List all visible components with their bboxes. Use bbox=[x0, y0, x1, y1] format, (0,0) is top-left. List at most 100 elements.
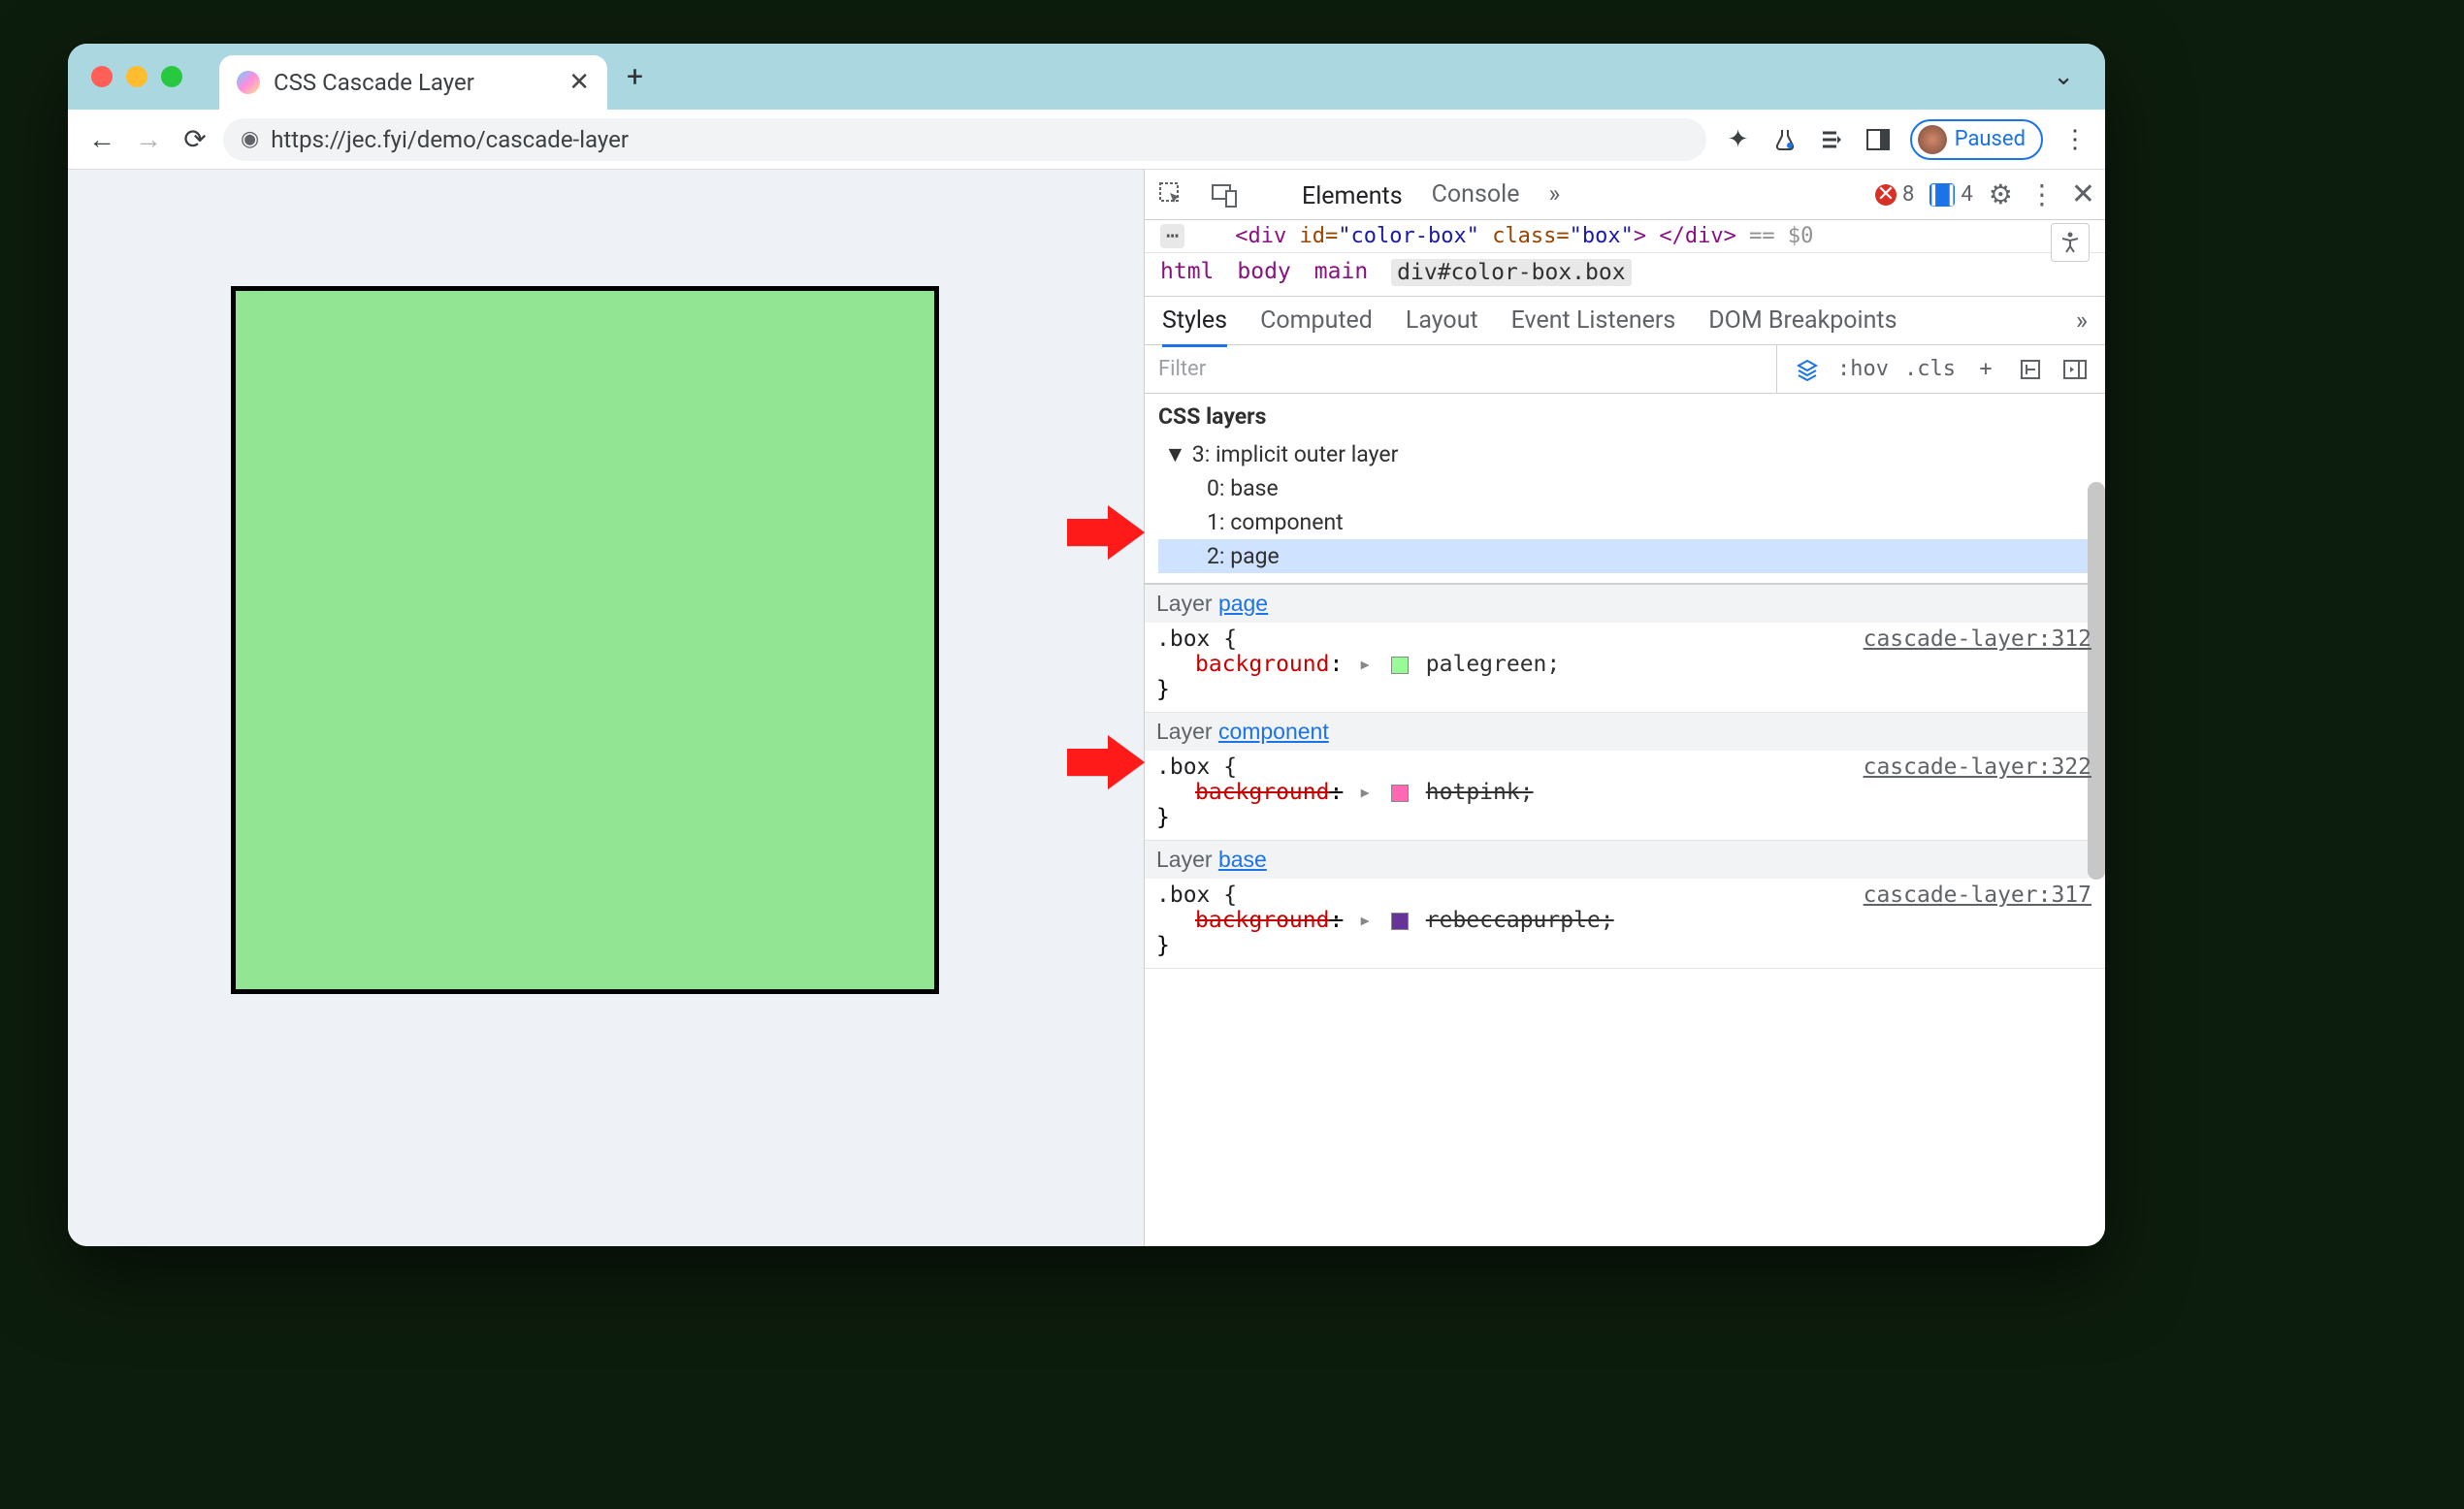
styles-subtabs: Styles Computed Layout Event Listeners D… bbox=[1145, 297, 2105, 345]
tabstrip: CSS Cascade Layer ✕ + ⌄ bbox=[68, 44, 2105, 110]
annotation-arrow-icon bbox=[1067, 498, 1145, 577]
minimize-window-button[interactable] bbox=[126, 66, 147, 87]
more-subtabs-icon[interactable]: » bbox=[2076, 306, 2088, 336]
tabs-overflow-icon[interactable]: ⌄ bbox=[2053, 62, 2074, 91]
dom-collapse-icon[interactable]: ⋯ bbox=[1160, 224, 1184, 248]
crumb-main[interactable]: main bbox=[1314, 259, 1368, 286]
browser-menu-icon[interactable]: ⋮ bbox=[2060, 125, 2090, 154]
error-badge[interactable]: ✕ 8 bbox=[1875, 182, 1914, 207]
rule-block-page: Layer page cascade-layer:312 .box { back… bbox=[1145, 585, 2105, 713]
layout-subtab[interactable]: Layout bbox=[1406, 306, 1478, 335]
styles-tools: :hov .cls + bbox=[1777, 355, 2105, 384]
error-count: 8 bbox=[1902, 182, 1914, 207]
content-row: Elements Console » ✕ 8 ❙❙ 4 ⚙ ⋮ ✕ bbox=[68, 170, 2105, 1246]
filter-placeholder: Filter bbox=[1158, 357, 1206, 381]
close-tab-icon[interactable]: ✕ bbox=[568, 68, 590, 97]
forward-button[interactable]: → bbox=[130, 121, 167, 158]
reload-button[interactable]: ⟳ bbox=[177, 121, 213, 158]
prop-background-base[interactable]: background: ▸ rebeccapurple; bbox=[1156, 908, 2093, 933]
console-tab[interactable]: Console bbox=[1426, 175, 1526, 214]
page-viewport bbox=[68, 170, 1145, 1246]
messages-badge[interactable]: ❙❙ 4 bbox=[1929, 182, 1972, 207]
crumb-html[interactable]: html bbox=[1160, 259, 1214, 286]
dom-breakpoints-subtab[interactable]: DOM Breakpoints bbox=[1708, 306, 1897, 335]
dom-tag-close: </div> bbox=[1659, 224, 1735, 248]
layer-row-component[interactable]: 1: component bbox=[1158, 505, 2091, 539]
layer-link-base[interactable]: base bbox=[1218, 847, 1267, 872]
color-swatch-rebeccapurple-icon[interactable] bbox=[1391, 913, 1409, 930]
side-panel-icon[interactable] bbox=[1864, 125, 1893, 154]
layer-row-base[interactable]: 0: base bbox=[1158, 471, 2091, 505]
layer-label-component: Layer component bbox=[1145, 713, 2105, 751]
dom-breadcrumbs: html body main div#color-box.box bbox=[1145, 253, 2105, 297]
cls-toggle[interactable]: .cls bbox=[1904, 355, 1956, 384]
inspect-element-icon[interactable] bbox=[1154, 177, 1189, 212]
prop-background-page[interactable]: background: ▸ palegreen; bbox=[1156, 652, 2093, 677]
layer-label-base: Layer base bbox=[1145, 841, 2105, 879]
rule-close-brace: } bbox=[1156, 933, 2093, 958]
layer-row-page[interactable]: 2: page bbox=[1158, 539, 2091, 573]
expand-icon[interactable]: ▼ bbox=[1164, 441, 1186, 467]
computed-styles-icon[interactable] bbox=[2016, 355, 2045, 384]
rule-block-component: Layer component cascade-layer:322 .box {… bbox=[1145, 713, 2105, 841]
browser-tab[interactable]: CSS Cascade Layer ✕ bbox=[219, 55, 607, 110]
url-text: https://jec.fyi/demo/cascade-layer bbox=[271, 126, 629, 153]
color-box bbox=[231, 286, 939, 994]
layer-link-page[interactable]: page bbox=[1218, 591, 1268, 616]
layer-link-component[interactable]: component bbox=[1218, 719, 1329, 744]
messages-icon: ❙❙ bbox=[1929, 183, 1955, 207]
color-swatch-hotpink-icon[interactable] bbox=[1391, 785, 1409, 802]
crumb-selected[interactable]: div#color-box.box bbox=[1391, 259, 1631, 286]
elements-tab[interactable]: Elements bbox=[1296, 177, 1409, 223]
css-layers-title: CSS layers bbox=[1158, 403, 2091, 430]
prop-background-component[interactable]: background: ▸ hotpink; bbox=[1156, 780, 2093, 805]
devtools-close-icon[interactable]: ✕ bbox=[2071, 177, 2095, 211]
back-button[interactable]: ← bbox=[83, 121, 120, 158]
devtools-menu-icon[interactable]: ⋮ bbox=[2028, 178, 2056, 210]
traffic-lights bbox=[81, 66, 196, 87]
rule-source-base[interactable]: cascade-layer:317 bbox=[1864, 883, 2091, 908]
toolbar: ← → ⟳ ◉ https://jec.fyi/demo/cascade-lay… bbox=[68, 110, 2105, 170]
dom-selected-node[interactable]: ⋯ <div id="color-box" class="box"> </div… bbox=[1145, 220, 2105, 253]
dom-eq-zero: == $0 bbox=[1749, 224, 1813, 248]
messages-count: 4 bbox=[1961, 182, 1972, 207]
event-listeners-subtab[interactable]: Event Listeners bbox=[1511, 306, 1676, 335]
more-tabs-icon[interactable]: » bbox=[1542, 175, 1566, 214]
devtools-panel: Elements Console » ✕ 8 ❙❙ 4 ⚙ ⋮ ✕ bbox=[1145, 170, 2105, 1246]
new-tab-button[interactable]: + bbox=[627, 60, 643, 94]
experiments-icon[interactable] bbox=[1770, 125, 1799, 154]
layer-row-root[interactable]: ▼ 3: implicit outer layer bbox=[1158, 437, 2091, 471]
layer-tree: ▼ 3: implicit outer layer 0: base 1: com… bbox=[1158, 437, 2091, 573]
color-swatch-palegreen-icon[interactable] bbox=[1391, 657, 1409, 674]
browser-window: CSS Cascade Layer ✕ + ⌄ ← → ⟳ ◉ https://… bbox=[68, 44, 2105, 1246]
accessibility-icon[interactable] bbox=[2051, 223, 2090, 262]
profile-paused-button[interactable]: Paused bbox=[1910, 119, 2043, 160]
devtools-settings-icon[interactable]: ⚙ bbox=[1989, 178, 2013, 210]
avatar-icon bbox=[1918, 125, 1947, 154]
styles-rules-pane: Layer page cascade-layer:312 .box { back… bbox=[1145, 585, 2105, 1246]
device-toolbar-icon[interactable] bbox=[1207, 177, 1242, 212]
layer-label-page: Layer page bbox=[1145, 585, 2105, 623]
error-icon: ✕ bbox=[1875, 184, 1897, 206]
new-style-rule-button[interactable]: + bbox=[1971, 355, 2000, 384]
toggle-sidebar-icon[interactable] bbox=[2060, 355, 2090, 384]
rule-close-brace: } bbox=[1156, 805, 2093, 830]
styles-filter-input[interactable]: Filter bbox=[1145, 345, 1777, 393]
rule-block-base: Layer base cascade-layer:317 .box { back… bbox=[1145, 841, 2105, 969]
maximize-window-button[interactable] bbox=[161, 66, 182, 87]
extension-area: ✦ Paused ⋮ bbox=[1724, 119, 2090, 160]
close-window-button[interactable] bbox=[91, 66, 113, 87]
reading-list-icon[interactable] bbox=[1817, 125, 1846, 154]
rule-source-component[interactable]: cascade-layer:322 bbox=[1864, 754, 2091, 780]
rule-close-brace: } bbox=[1156, 677, 2093, 702]
layers-toggle-icon[interactable] bbox=[1793, 355, 1822, 384]
annotation-arrow-icon bbox=[1067, 727, 1145, 807]
crumb-body[interactable]: body bbox=[1237, 259, 1290, 286]
hov-toggle[interactable]: :hov bbox=[1837, 355, 1889, 384]
computed-subtab[interactable]: Computed bbox=[1260, 306, 1373, 335]
extensions-icon[interactable]: ✦ bbox=[1724, 125, 1753, 154]
styles-subtab[interactable]: Styles bbox=[1162, 306, 1227, 347]
rule-source-page[interactable]: cascade-layer:312 bbox=[1864, 626, 2091, 652]
address-bar[interactable]: ◉ https://jec.fyi/demo/cascade-layer bbox=[223, 118, 1706, 161]
site-info-icon[interactable]: ◉ bbox=[241, 127, 259, 151]
